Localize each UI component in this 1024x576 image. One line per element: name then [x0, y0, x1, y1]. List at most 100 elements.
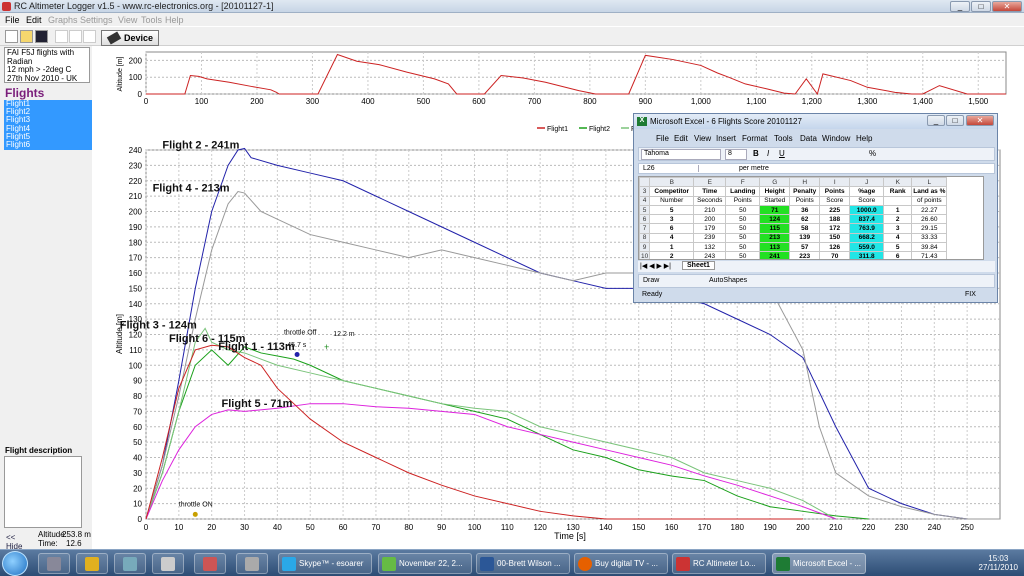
excel-menu-format[interactable]: Format — [742, 134, 767, 143]
table-cell[interactable]: 50 — [725, 223, 761, 234]
overview-chart[interactable]: 0 100 200 0 100 200 300 400 500 600 700 800 900 1,000… — [92, 46, 1012, 112]
excel-window[interactable]: X Microsoft Excel - 6 Flights Score 2010… — [633, 113, 998, 303]
table-cell[interactable]: 39.84 — [911, 242, 948, 253]
row-header[interactable]: 6 — [639, 214, 651, 225]
table-header-cell[interactable]: Started — [759, 195, 791, 206]
table-header-cell[interactable]: Land as % — [911, 186, 948, 197]
sheet-nav-arrows[interactable]: |◀ ◀ ▶ ▶| — [640, 262, 671, 270]
table-cell[interactable]: 213 — [759, 232, 791, 244]
table-cell[interactable]: 3 — [649, 214, 695, 225]
new-file-icon[interactable] — [5, 30, 18, 43]
table-cell[interactable]: 132 — [693, 242, 727, 253]
table-cell[interactable]: 225 — [819, 204, 851, 216]
table-header-cell[interactable]: %age — [849, 186, 885, 197]
table-cell[interactable]: 2 — [883, 214, 913, 225]
bold-button[interactable]: B — [753, 149, 759, 158]
table-cell[interactable]: 3 — [883, 223, 913, 234]
taskbar-pinned-app[interactable] — [194, 553, 226, 574]
table-cell[interactable]: 4 — [649, 232, 695, 244]
excel-menu-view[interactable]: View — [694, 134, 711, 143]
font-size-select[interactable]: 8 — [725, 149, 747, 160]
row-header[interactable]: 7 — [639, 223, 651, 234]
select-all-corner[interactable] — [639, 177, 651, 188]
excel-sheet-grid[interactable]: B E F G H I J K L 3 Competitor Time Landing Height Pen… — [638, 176, 984, 260]
table-cell[interactable]: 243 — [693, 251, 727, 259]
flight-description-box[interactable] — [4, 456, 82, 528]
sheet-tab[interactable]: Sheet1 — [682, 261, 715, 270]
table-header-cell[interactable]: Points — [789, 195, 821, 206]
table-cell[interactable]: 139 — [789, 232, 821, 244]
table-header-cell[interactable]: Seconds — [693, 195, 727, 206]
copy-icon[interactable] — [69, 30, 82, 43]
table-cell[interactable]: 33.33 — [911, 232, 948, 244]
table-cell[interactable]: 668.2 — [849, 232, 885, 244]
font-name-select[interactable]: Tahoma — [641, 149, 721, 160]
taskbar-item-word[interactable]: 00-Brett Wilson ... — [476, 553, 570, 574]
table-header-cell[interactable]: Number — [649, 195, 695, 206]
row-header[interactable]: 5 — [639, 204, 651, 216]
menu-view[interactable]: View — [118, 15, 137, 25]
table-cell[interactable]: 36 — [789, 204, 821, 216]
table-cell[interactable]: 559.0 — [849, 242, 885, 253]
table-header-cell[interactable] — [883, 195, 913, 206]
table-cell[interactable]: 241 — [759, 251, 791, 259]
table-header-cell[interactable]: Time — [693, 186, 727, 197]
taskbar-item-email[interactable]: November 22, 2... — [378, 553, 472, 574]
excel-menu-help[interactable]: Help — [856, 134, 872, 143]
taskbar-item-firefox[interactable]: Buy digital TV - ... — [574, 553, 668, 574]
taskbar-pinned-app[interactable] — [76, 553, 108, 574]
table-cell[interactable]: 5 — [649, 204, 695, 216]
column-header[interactable]: I — [819, 177, 851, 188]
table-cell[interactable]: 5 — [883, 242, 913, 253]
table-header-cell[interactable]: Score — [849, 195, 885, 206]
table-cell[interactable]: 50 — [725, 242, 761, 253]
taskbar-pinned-app[interactable] — [236, 553, 268, 574]
table-header-cell[interactable]: of points — [911, 195, 948, 206]
table-header-cell[interactable]: Rank — [883, 186, 913, 197]
excel-menu-tools[interactable]: Tools — [774, 134, 793, 143]
table-cell[interactable]: 124 — [759, 214, 791, 225]
table-header-cell[interactable]: Score — [819, 195, 851, 206]
table-cell[interactable]: 50 — [725, 204, 761, 216]
row-header[interactable]: 10 — [639, 251, 651, 259]
taskbar-item-excel[interactable]: Microsoft Excel - ... — [772, 553, 866, 574]
row-header[interactable]: 3 — [639, 186, 651, 197]
save-icon[interactable] — [35, 30, 48, 43]
menu-settings[interactable]: Settings — [80, 15, 113, 25]
table-cell[interactable]: 200 — [693, 214, 727, 225]
table-cell[interactable]: 210 — [693, 204, 727, 216]
taskbar-item-skype[interactable]: Skype™ - esoarer — [278, 553, 372, 574]
table-header-cell[interactable]: Height — [759, 186, 791, 197]
paste-icon[interactable] — [83, 30, 96, 43]
percent-button[interactable]: % — [869, 149, 876, 158]
table-cell[interactable]: 29.15 — [911, 223, 948, 234]
table-cell[interactable]: 22.27 — [911, 204, 948, 216]
table-header-cell[interactable]: Points — [819, 186, 851, 197]
session-info-box[interactable]: FAI F5J flights with Radian 12 mph > -2d… — [4, 47, 90, 83]
taskbar-pinned-app[interactable] — [38, 553, 70, 574]
table-cell[interactable]: 50 — [725, 232, 761, 244]
column-header[interactable]: G — [759, 177, 791, 188]
excel-close-button[interactable]: ✕ — [966, 115, 994, 126]
flight-list-item[interactable]: Flight6 — [4, 140, 92, 149]
row-header[interactable]: 8 — [639, 232, 651, 244]
menu-help[interactable]: Help — [165, 15, 184, 25]
maximize-button[interactable]: □ — [971, 1, 991, 12]
table-cell[interactable]: 311.8 — [849, 251, 885, 259]
column-header[interactable]: K — [883, 177, 913, 188]
table-cell[interactable]: 126 — [819, 242, 851, 253]
excel-minimize-button[interactable]: _ — [927, 115, 945, 126]
table-cell[interactable]: 763.9 — [849, 223, 885, 234]
column-header[interactable]: J — [849, 177, 885, 188]
device-button[interactable]: Device — [101, 30, 159, 46]
flight-list[interactable]: Flight1 Flight2 Flight3 Flight4 Flight5 … — [4, 99, 92, 150]
close-button[interactable]: ✕ — [992, 1, 1022, 12]
cut-icon[interactable] — [55, 30, 68, 43]
taskbar-pinned-app[interactable] — [114, 553, 146, 574]
excel-restore-button[interactable]: □ — [946, 115, 964, 126]
table-cell[interactable]: 115 — [759, 223, 791, 234]
menu-graphs[interactable]: Graphs — [48, 15, 78, 25]
table-header-cell[interactable]: Landing — [725, 186, 761, 197]
table-cell[interactable]: 71 — [759, 204, 791, 216]
table-header-cell[interactable]: Points — [725, 195, 761, 206]
